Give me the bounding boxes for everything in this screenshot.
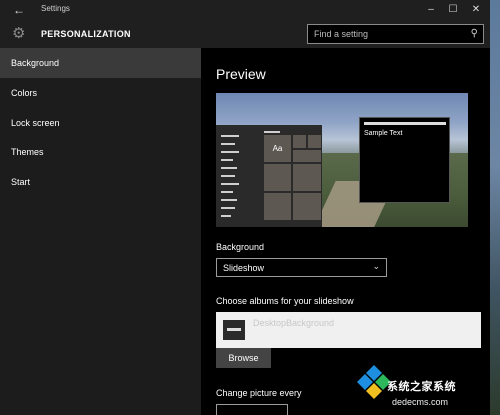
preview-menu-line (221, 143, 235, 145)
folder-icon (223, 320, 245, 340)
watermark-url: dedecms.com (392, 397, 449, 407)
sidebar-item-label: Lock screen (11, 118, 60, 128)
preview-tile (293, 193, 321, 220)
preview-tile (308, 135, 321, 148)
preview-menu-line (221, 191, 233, 193)
preview-sample-titlebar (364, 122, 446, 125)
sidebar-item-start[interactable]: Start (0, 167, 201, 197)
preview-tile (293, 135, 306, 148)
chevron-down-icon: ⌄ (372, 261, 380, 271)
search-input[interactable]: Find a setting ⚲ (307, 24, 484, 44)
gear-icon: ⚙ (12, 25, 26, 42)
minimize-icon[interactable]: – (420, 2, 442, 18)
background-dropdown[interactable]: Slideshow ⌄ (216, 258, 387, 277)
sidebar-item-background[interactable]: Background (0, 48, 201, 78)
preview-tile (293, 164, 321, 191)
sidebar-item-colors[interactable]: Colors (0, 78, 201, 108)
preview-heading: Preview (216, 66, 266, 82)
preview-tile (293, 150, 321, 162)
sidebar: Background Colors Lock screen Themes Sta… (0, 48, 201, 415)
sidebar-item-label: Themes (11, 147, 44, 157)
back-arrow-icon[interactable]: ← (8, 2, 30, 18)
background-label: Background (216, 242, 265, 252)
sidebar-item-themes[interactable]: Themes (0, 137, 201, 167)
sidebar-item-label: Background (11, 58, 60, 68)
preview-menu-line (264, 131, 280, 133)
preview-menu-line (221, 151, 239, 153)
preview-menu-line (221, 159, 233, 161)
sidebar-item-label: Colors (11, 88, 38, 98)
preview-menu-line (221, 215, 231, 217)
sidebar-item-label: Start (11, 177, 31, 187)
albums-label: Choose albums for your slideshow (216, 296, 354, 306)
preview-menu-line (221, 207, 235, 209)
sidebar-item-lock-screen[interactable]: Lock screen (0, 108, 201, 138)
browse-button[interactable]: Browse (216, 348, 271, 368)
preview-tile (264, 164, 291, 191)
album-name: DesktopBackground (253, 318, 335, 328)
background-dropdown-value: Slideshow (223, 263, 265, 273)
preview-sample-window: Sample Text (359, 117, 450, 203)
page-title: PERSONALIZATION (41, 29, 131, 39)
preview-start-menu: Aa (216, 125, 322, 227)
change-picture-label: Change picture every (216, 388, 302, 398)
preview-menu-line (221, 183, 239, 185)
preview-menu-line (221, 167, 237, 169)
album-item[interactable]: DesktopBackground (216, 312, 481, 348)
preview-menu-line (221, 135, 239, 137)
watermark-text: 系统之家系统 (387, 381, 456, 393)
search-placeholder: Find a setting (314, 29, 369, 39)
title-bar: ← Settings – ☐ ✕ (0, 0, 490, 20)
app-title: Settings (41, 4, 70, 13)
preview-sample-text: Sample Text (364, 130, 403, 137)
change-picture-dropdown[interactable] (216, 404, 288, 415)
watermark: 系统之家系统 dedecms.com (355, 358, 500, 415)
preview-menu-line (221, 175, 235, 177)
preview-tile (264, 193, 291, 220)
preview-menu-line (221, 199, 237, 201)
maximize-icon[interactable]: ☐ (442, 2, 464, 18)
background-preview: Aa Sample Text (216, 93, 468, 227)
preview-tile-aa: Aa (264, 135, 291, 162)
settings-window: ← Settings – ☐ ✕ ⚙ PERSONALIZATION Find … (0, 0, 490, 415)
close-icon[interactable]: ✕ (465, 2, 487, 18)
search-icon[interactable]: ⚲ (471, 28, 478, 39)
